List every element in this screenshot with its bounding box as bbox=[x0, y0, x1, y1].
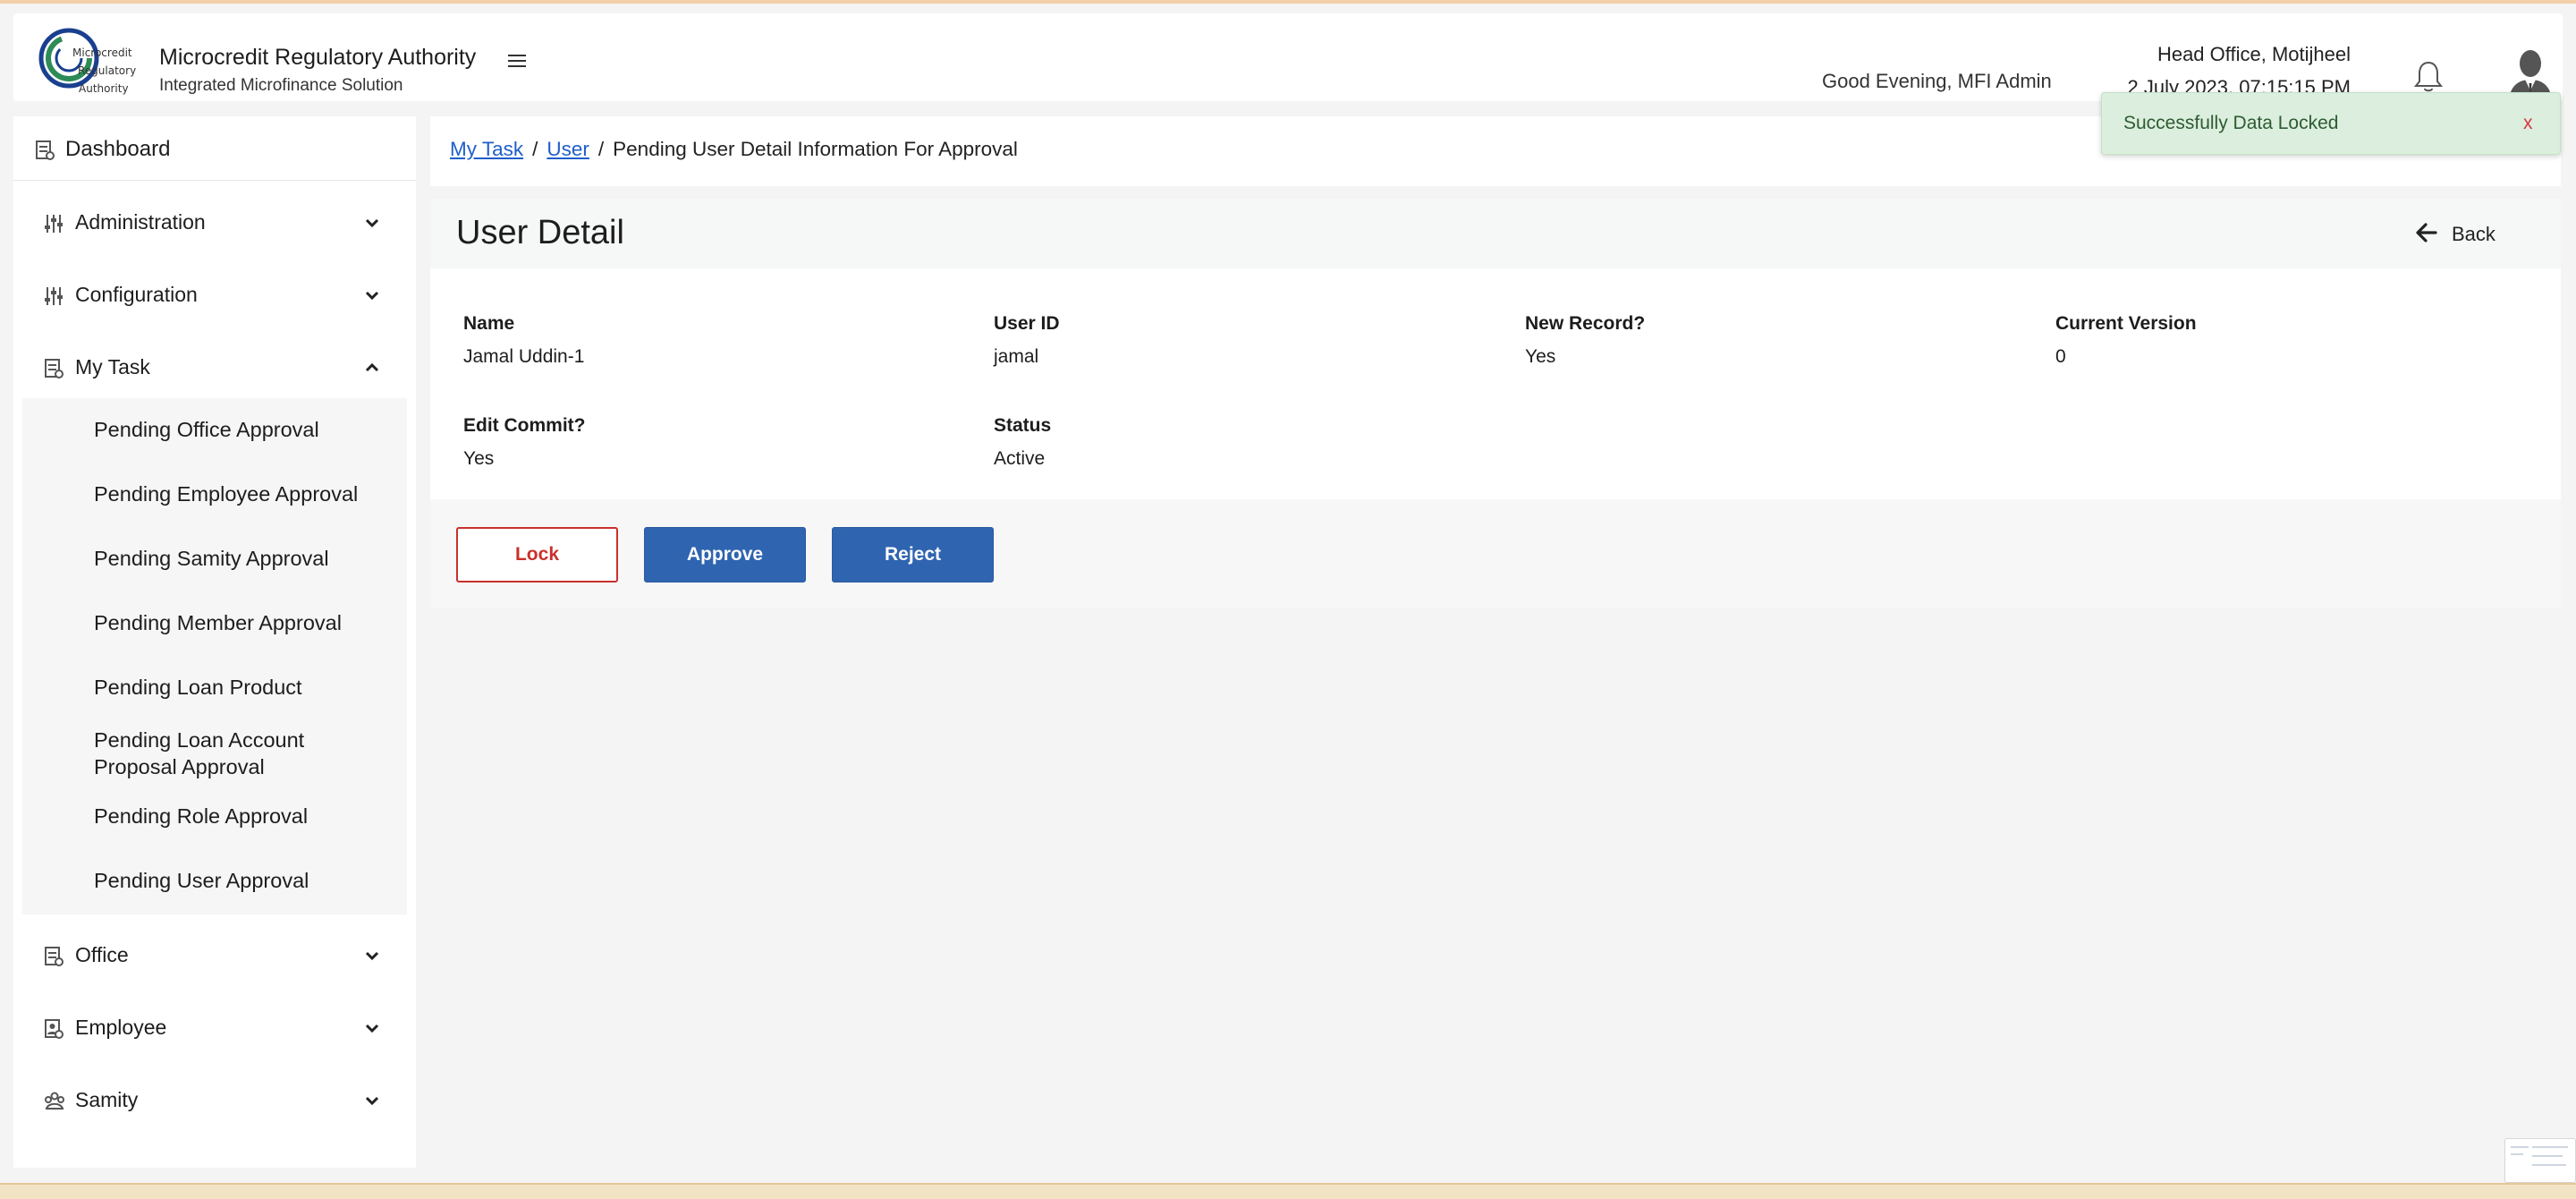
field-user-id: User ID jamal bbox=[994, 313, 1060, 368]
field-name: Name Jamal Uddin-1 bbox=[463, 313, 584, 368]
field-value: Yes bbox=[463, 448, 495, 469]
card-header: User Detail Back bbox=[430, 199, 2561, 268]
logo: Microcredit Regulatory Authority bbox=[37, 22, 146, 96]
arrow-left-icon bbox=[2414, 220, 2439, 245]
sidebar-item-label: Office bbox=[75, 943, 129, 966]
my-task-submenu: Pending Office Approval Pending Employee… bbox=[22, 398, 407, 914]
sidebar-item-label: Employee bbox=[75, 1016, 167, 1039]
chevron-down-icon bbox=[363, 214, 381, 232]
submenu-item-office-approval[interactable]: Pending Office Approval bbox=[94, 416, 319, 443]
greeting-text: Good Evening, MFI Admin bbox=[1822, 70, 2052, 92]
bottom-strip bbox=[0, 1183, 2576, 1199]
sliders-icon bbox=[44, 213, 64, 234]
submenu-item-member-approval[interactable]: Pending Member Approval bbox=[94, 609, 342, 636]
field-value: jamal bbox=[994, 346, 1039, 367]
sidebar-item-configuration[interactable]: Configuration bbox=[13, 268, 416, 322]
chevron-up-icon bbox=[363, 359, 381, 377]
sidebar-item-my-task[interactable]: My Task bbox=[13, 341, 416, 395]
field-value: Active bbox=[994, 448, 1046, 469]
submenu-item-role-approval[interactable]: Pending Role Approval bbox=[94, 803, 308, 829]
sidebar-item-label: My Task bbox=[75, 355, 150, 378]
field-value: Jamal Uddin-1 bbox=[463, 346, 585, 367]
field-label: Status bbox=[994, 415, 1052, 436]
submenu-item-loan-account-proposal[interactable]: Pending Loan Account Proposal Approval bbox=[94, 727, 362, 780]
logo-text-2: Regulatory bbox=[78, 64, 136, 77]
samity-icon bbox=[44, 1091, 64, 1112]
sidebar-item-samity[interactable]: Samity bbox=[13, 1074, 416, 1127]
top-strip bbox=[0, 0, 2576, 4]
sidebar-item-label: Samity bbox=[75, 1088, 139, 1111]
field-label: User ID bbox=[994, 313, 1060, 334]
back-label: Back bbox=[2452, 223, 2496, 245]
org-subtitle: Integrated Microfinance Solution bbox=[159, 76, 403, 95]
lock-button[interactable]: Lock bbox=[456, 527, 618, 582]
employee-icon bbox=[44, 1018, 64, 1040]
field-label: New Record? bbox=[1525, 313, 1646, 334]
sliders-icon bbox=[44, 285, 64, 307]
chevron-down-icon bbox=[363, 1019, 381, 1037]
sidebar: Dashboard Administration Configuration M… bbox=[13, 116, 416, 1168]
reject-button[interactable]: Reject bbox=[832, 527, 994, 582]
page-title: User Detail bbox=[456, 214, 624, 251]
user-detail-card: User Detail Back Name Jamal Uddin-1 User… bbox=[430, 199, 2561, 608]
office-icon bbox=[44, 946, 64, 967]
chevron-down-icon bbox=[363, 947, 381, 965]
toast-message: Successfully Data Locked bbox=[2123, 113, 2339, 133]
hamburger-icon bbox=[508, 55, 526, 56]
dashboard-icon bbox=[35, 140, 55, 161]
sidebar-item-dashboard[interactable]: Dashboard bbox=[13, 116, 416, 181]
submenu-item-samity-approval[interactable]: Pending Samity Approval bbox=[94, 545, 329, 572]
breadcrumb: My Task / User / Pending User Detail Informa… bbox=[450, 138, 1018, 161]
breadcrumb-separator: / bbox=[597, 138, 605, 160]
field-new-record: New Record? Yes bbox=[1525, 313, 1645, 368]
success-toast: Successfully Data Locked x bbox=[2101, 92, 2561, 155]
task-icon bbox=[44, 358, 64, 379]
menu-toggle-button[interactable] bbox=[492, 51, 538, 87]
breadcrumb-current: Pending User Detail Information For Appr… bbox=[613, 138, 1018, 160]
detail-fields: Name Jamal Uddin-1 User ID jamal New Rec… bbox=[430, 268, 2561, 499]
field-current-version: Current Version 0 bbox=[2055, 313, 2197, 368]
toast-close-button[interactable]: x bbox=[2523, 113, 2533, 134]
breadcrumb-separator: / bbox=[532, 138, 538, 160]
chevron-down-icon bbox=[363, 286, 381, 304]
org-name: Microcredit Regulatory Authority bbox=[159, 45, 477, 70]
submenu-item-loan-product[interactable]: Pending Loan Product bbox=[94, 674, 302, 701]
field-edit-commit: Edit Commit? Yes bbox=[463, 415, 586, 470]
sidebar-item-label: Configuration bbox=[75, 283, 198, 306]
approve-button[interactable]: Approve bbox=[644, 527, 806, 582]
sidebar-item-employee[interactable]: Employee bbox=[13, 1001, 416, 1055]
sidebar-item-label: Administration bbox=[75, 210, 206, 234]
bell-icon[interactable] bbox=[2412, 58, 2445, 94]
sidebar-item-administration[interactable]: Administration bbox=[13, 196, 416, 250]
logo-text-3: Authority bbox=[79, 82, 129, 95]
breadcrumb-link-my-task[interactable]: My Task bbox=[450, 138, 523, 160]
breadcrumb-link-user[interactable]: User bbox=[547, 138, 589, 160]
logo-text-1: Microcredit bbox=[72, 47, 132, 59]
field-status: Status Active bbox=[994, 415, 1051, 470]
screenshot-thumbnail[interactable] bbox=[2504, 1138, 2576, 1183]
field-label: Current Version bbox=[2055, 313, 2197, 334]
field-label: Name bbox=[463, 313, 515, 334]
sidebar-item-label: Dashboard bbox=[65, 137, 171, 161]
sidebar-item-office[interactable]: Office bbox=[13, 929, 416, 982]
field-value: Yes bbox=[1525, 346, 1556, 367]
field-value: 0 bbox=[2055, 346, 2066, 367]
app-header: Microcredit Regulatory Authority Microcr… bbox=[13, 13, 2563, 103]
field-label: Edit Commit? bbox=[463, 415, 586, 436]
chevron-down-icon bbox=[363, 1092, 381, 1110]
office-name: Head Office, Motijheel bbox=[2157, 43, 2351, 65]
submenu-item-employee-approval[interactable]: Pending Employee Approval bbox=[94, 480, 358, 507]
submenu-item-user-approval[interactable]: Pending User Approval bbox=[94, 867, 309, 894]
